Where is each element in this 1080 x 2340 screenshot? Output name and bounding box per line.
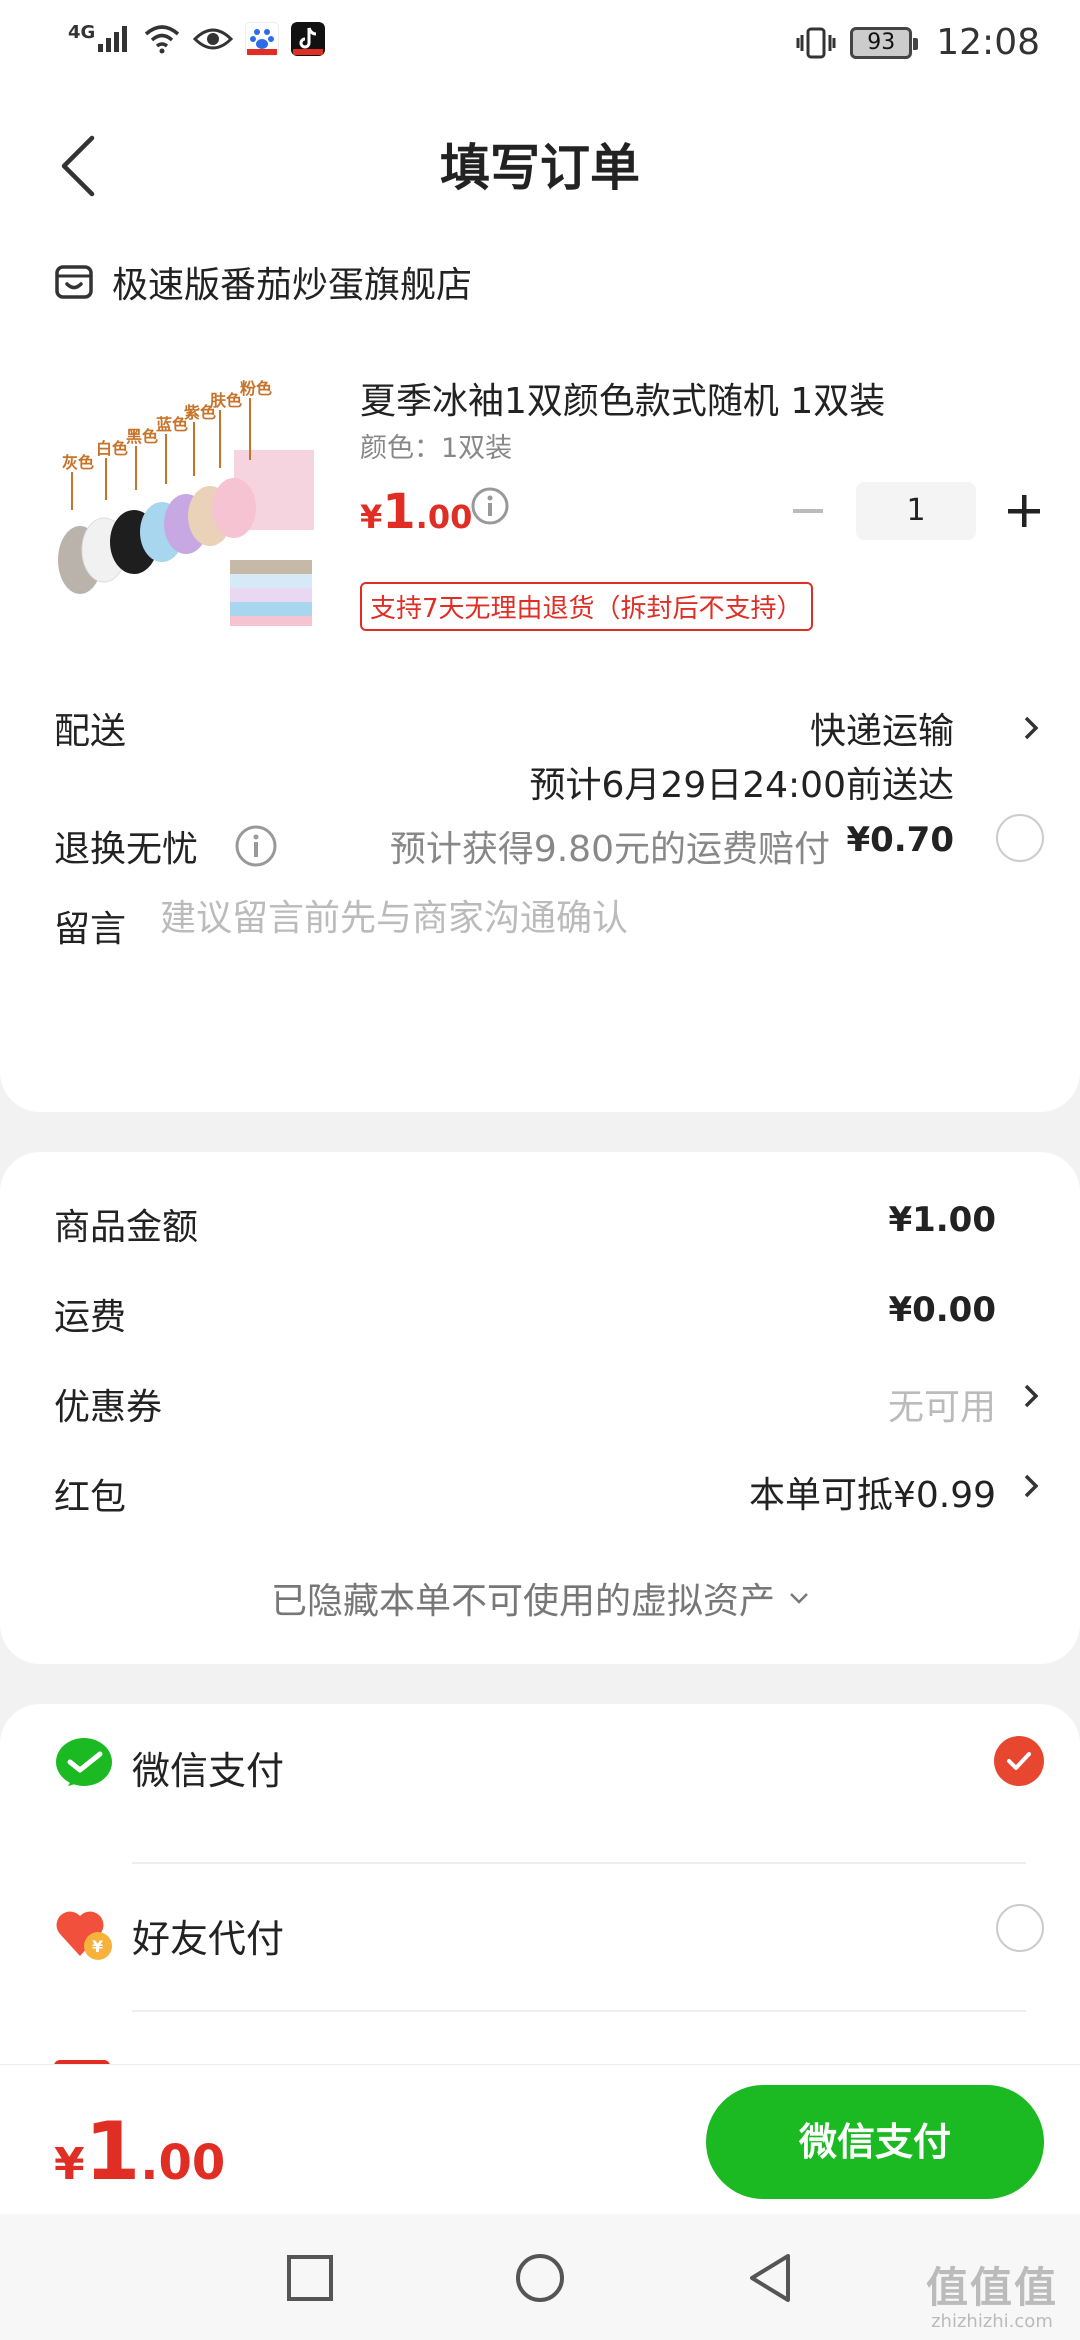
chevron-down-icon [790,1593,808,1604]
store-row[interactable]: 极速版番茄炒蛋旗舰店 [54,256,472,308]
quantity-decrease-button[interactable] [780,483,836,539]
product-spec: 颜色：1双装 [360,433,513,464]
price-integer: 1 [382,484,416,540]
return-compensation-text: 预计获得9.80元的运费赔付 [389,829,830,870]
wifi-icon [145,25,180,54]
price-decimal: .00 [415,498,473,536]
quantity-stepper: 1 [780,482,1052,540]
return-worry-radio[interactable] [996,814,1044,862]
watermark-url: zhizhizhi.com [931,2311,1053,2332]
delivery-eta: 预计6月29日24:00前送达 [529,765,954,806]
watermark-logo: 值值值 [925,2263,1058,2312]
delivery-label: 配送 [54,711,127,752]
order-card: 极速版番茄炒蛋旗舰店 灰色 白色 黑色 蓝色 紫色 肤色 粉色 夏季冰袖1双颜色… [0,240,1080,1112]
header: 填写订单 [0,90,1080,240]
friend-pay-icon: ¥ [56,1911,112,1960]
product-title: 夏季冰袖1双颜色款式随机 1双装 [360,381,886,422]
total-integer: 1 [84,2105,141,2198]
product-image[interactable]: 灰色 白色 黑色 蓝色 紫色 肤色 粉色 [54,360,324,640]
payment-divider [132,2010,1026,2012]
page-title: 填写订单 [440,139,640,197]
circle-icon [516,2254,564,2302]
coupon-chevron-icon[interactable] [1018,1376,1044,1416]
quantity-value[interactable]: 1 [856,482,976,540]
price-symbol: ¥ [360,498,383,536]
goods-amount-value: ¥1.00 [888,1200,996,1240]
return-worry-label: 退换无忧 [54,829,199,870]
tiktok-app-icon [291,22,326,56]
network-label: 4G [68,21,96,43]
status-bar: 4G 93 12:08 [0,0,1080,90]
price-info-icon[interactable] [470,486,510,526]
redpacket-chevron-icon[interactable] [1018,1466,1044,1506]
store-name: 极速版番茄炒蛋旗舰店 [112,265,473,306]
status-left: 4G [68,21,326,56]
return-worry-price: ¥0.70 [846,820,954,860]
coupon-label: 优惠券 [54,1387,163,1428]
delivery-method[interactable]: 快递运输 [810,702,954,754]
friend-pay-radio[interactable] [996,1904,1044,1952]
goods-amount-label: 商品金额 [54,1207,199,1248]
svg-text:¥: ¥ [92,1937,103,1956]
total-symbol: ¥ [54,2139,85,2190]
watermark: 值值值 zhizhizhi.com [926,2254,1058,2332]
recents-button[interactable] [280,2248,340,2308]
return-policy-tag: 支持7天无理由退货（拆封后不支持） [360,582,813,631]
payment-label-wechat: 微信支付 [132,1749,285,1793]
wechat-selected-check[interactable] [994,1736,1044,1786]
hidden-assets-text: 已隐藏本单不可使用的虚拟资产 [270,1581,775,1622]
pay-button[interactable]: 微信支付 [706,2085,1044,2199]
redpacket-value[interactable]: 本单可抵¥0.99 [749,1466,996,1518]
store-icon [55,265,93,299]
clock: 12:08 [936,22,1040,63]
signal-icon [98,26,128,52]
checkout-bar: ¥ 1 .00 微信支付 [0,2064,1080,2214]
product-image-illustration: 灰色 白色 黑色 蓝色 紫色 肤色 粉色 [54,360,324,640]
payment-label-friend: 好友代付 [132,1917,285,1961]
redpacket-label: 红包 [54,1477,127,1518]
vibrate-icon [796,27,836,58]
triangle-back-icon [750,2254,790,2302]
product-price: ¥ 1 .00 [360,484,472,540]
image-label-2: 黑色 [126,427,158,446]
payment-option-friend[interactable]: ¥ 好友代付 [0,1872,1080,2012]
quantity-increase-button[interactable] [996,483,1052,539]
eye-icon [193,28,234,50]
wechat-pay-icon [56,1738,112,1786]
image-label-5: 肤色 [210,391,242,410]
message-input[interactable] [160,898,1020,939]
check-icon [1007,1752,1031,1770]
home-button[interactable] [510,2248,570,2308]
hidden-assets-toggle[interactable]: 已隐藏本单不可使用的虚拟资产 [0,1572,1080,1624]
status-right: 93 12:08 [796,22,1040,63]
price-summary-card: 商品金额 ¥1.00 运费 ¥0.00 优惠券 无可用 红包 本单可抵¥0.99… [0,1152,1080,1664]
square-icon [287,2255,333,2301]
shipping-value: ¥0.00 [888,1290,996,1330]
image-label-0: 灰色 [62,453,94,472]
back-nav-button[interactable] [740,2248,800,2308]
shipping-label: 运费 [54,1297,127,1338]
payment-option-wechat[interactable]: 微信支付 [0,1704,1080,1844]
plus-icon [1008,495,1040,527]
battery-indicator: 93 [850,26,919,59]
total-price: ¥ 1 .00 [54,2105,225,2198]
baidu-app-icon [245,22,280,56]
image-label-1: 白色 [96,439,128,458]
return-info-icon[interactable] [234,824,278,868]
payment-methods-card: 微信支付 ¥ 好友代付 [0,1704,1080,2104]
coupon-value[interactable]: 无可用 [888,1378,996,1430]
image-label-6: 粉色 [240,379,272,398]
system-nav-bar: 值值值 zhizhizhi.com [0,2214,1080,2340]
minus-icon [793,509,823,513]
message-label: 留言 [54,909,127,950]
total-decimal: .00 [140,2135,226,2191]
delivery-chevron-icon[interactable] [1018,708,1044,748]
payment-divider [132,1862,1026,1864]
